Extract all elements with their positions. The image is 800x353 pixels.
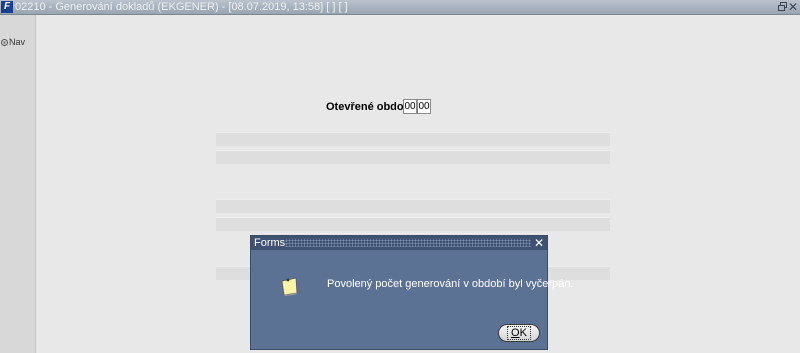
period-field-2[interactable]: 00 — [417, 99, 431, 114]
form-strip — [216, 217, 610, 231]
dialog-title: Forms — [254, 237, 286, 249]
dialog-close-icon[interactable]: ✕ — [534, 236, 544, 250]
nav-label: Nav — [9, 37, 26, 47]
period-field-1[interactable]: 00 — [403, 99, 417, 114]
nav-button[interactable]: Nav — [1, 36, 25, 48]
ok-button-label: OK — [507, 326, 531, 340]
nav-radio-icon — [1, 38, 8, 46]
ok-button[interactable]: OK — [498, 324, 540, 342]
note-icon — [281, 277, 298, 296]
window-titlebar: F 02210 - Generování dokladů (EKGENER) -… — [0, 0, 800, 15]
form-strip — [216, 199, 610, 213]
window-title: 02210 - Generování dokladů (EKGENER) - [… — [15, 1, 348, 13]
period-label: Otevřené období — [326, 101, 414, 113]
restore-icon[interactable] — [778, 2, 787, 11]
form-strip — [216, 132, 610, 146]
left-pane: Nav — [0, 15, 36, 353]
form-strip — [216, 150, 610, 164]
dialog-message: Povolený počet generování v období byl v… — [327, 278, 574, 290]
dialog-drag-grip[interactable] — [285, 239, 531, 247]
dialog-titlebar[interactable]: Forms ✕ — [251, 236, 547, 250]
forms-app-icon: F — [1, 1, 13, 13]
forms-dialog: Forms ✕ Povolený počet generování v obdo… — [250, 235, 573, 350]
window-close-icon[interactable]: ✕ — [788, 0, 798, 14]
